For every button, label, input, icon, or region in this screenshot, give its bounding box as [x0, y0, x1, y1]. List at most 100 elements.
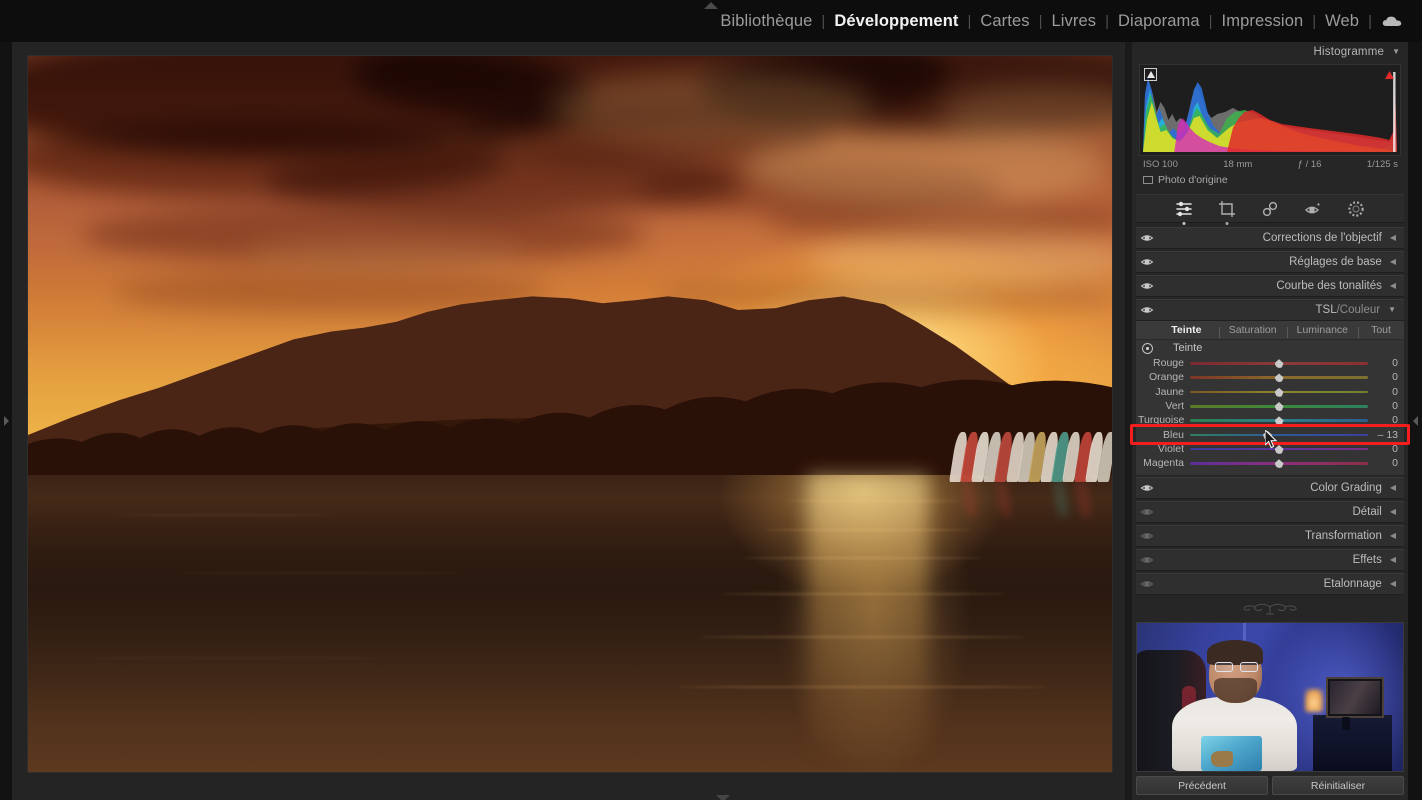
slider-track[interactable] [1190, 386, 1368, 398]
module-cartes[interactable]: Cartes [971, 12, 1038, 31]
collapse-left-arrow-icon[interactable] [0, 42, 12, 800]
eye-icon[interactable] [1140, 303, 1154, 317]
reset-button[interactable]: Réinitialiser [1272, 776, 1404, 795]
section-corrections-objectif[interactable]: Corrections de l'objectif ◀ [1136, 227, 1404, 249]
shadow-clipping-icon[interactable] [1144, 68, 1157, 81]
collapse-top-arrow-icon[interactable] [698, 1, 724, 10]
eye-icon[interactable] [1140, 553, 1154, 567]
highlight-clipping-icon[interactable] [1383, 68, 1396, 81]
spot-removal-tool[interactable] [1260, 199, 1280, 219]
hsl-slider-vert[interactable]: Vert 0 [1136, 399, 1404, 413]
chevron-left-icon[interactable]: ◀ [1390, 508, 1396, 516]
chevron-left-icon[interactable]: ◀ [1390, 258, 1396, 266]
section-color-grading[interactable]: Color Grading ◀ [1136, 477, 1404, 500]
chevron-left-icon[interactable]: ◀ [1390, 556, 1396, 564]
slider-knob[interactable] [1274, 402, 1284, 412]
section-label: Transformation [1304, 530, 1382, 543]
couleur-label: Couleur [1339, 304, 1381, 316]
photo-frame[interactable] [28, 56, 1112, 772]
eye-icon[interactable] [1140, 279, 1154, 293]
tool-active-dot [1182, 221, 1186, 225]
module-developpement[interactable]: Développement [825, 12, 967, 31]
slider-knob[interactable] [1274, 416, 1284, 426]
tab-tout[interactable]: Tout [1358, 324, 1404, 338]
module-diaporama[interactable]: Diaporama [1109, 12, 1209, 31]
chevron-left-icon[interactable]: ◀ [1390, 282, 1396, 290]
masking-tool[interactable] [1346, 199, 1366, 219]
module-web[interactable]: Web [1316, 12, 1368, 31]
tab-teinte[interactable]: Teinte [1154, 324, 1219, 336]
section-etalonnage[interactable]: Etalonnage ◀ [1136, 573, 1404, 596]
photo-sunset-lake[interactable] [28, 56, 1112, 772]
section-detail[interactable]: Détail ◀ [1136, 501, 1404, 524]
slider-track[interactable] [1190, 371, 1368, 383]
slider-knob[interactable] [1274, 373, 1284, 383]
eye-icon[interactable] [1140, 481, 1154, 495]
eye-icon[interactable] [1140, 231, 1154, 245]
slider-knob[interactable] [1274, 359, 1284, 369]
hsl-slider-rouge[interactable]: Rouge 0 [1136, 356, 1404, 370]
module-livres[interactable]: Livres [1043, 12, 1106, 31]
eye-icon[interactable] [1140, 505, 1154, 519]
slider-label: Jaune [1155, 385, 1184, 398]
tshirt-print-detail [1211, 750, 1233, 767]
crop-tool[interactable] [1217, 199, 1237, 225]
histogram-header[interactable]: Histogramme ▼ [1132, 42, 1408, 62]
section-transformation[interactable]: Transformation ◀ [1136, 525, 1404, 548]
chevron-down-icon[interactable]: ▼ [1388, 306, 1396, 314]
slider-label: Magenta [1143, 457, 1184, 470]
hsl-slider-orange[interactable]: Orange 0 [1136, 370, 1404, 384]
histogram-panel[interactable] [1139, 64, 1401, 156]
chevron-left-icon[interactable]: ◀ [1390, 484, 1396, 492]
slider-track[interactable] [1190, 414, 1368, 426]
hsl-slider-jaune[interactable]: Jaune 0 [1136, 385, 1404, 399]
checkbox-icon[interactable] [1143, 176, 1153, 184]
eye-icon[interactable] [1140, 577, 1154, 591]
cloud-icon[interactable] [1372, 15, 1404, 28]
tab-luminance[interactable]: Luminance [1286, 324, 1358, 338]
boats-reflection [949, 482, 1112, 518]
slider-value[interactable]: 0 [1368, 457, 1398, 469]
collapse-bottom-arrow-icon[interactable] [710, 790, 736, 800]
targeted-adjustment-icon[interactable] [1142, 342, 1153, 354]
section-label: Color Grading [1310, 482, 1382, 495]
slider-value[interactable]: 0 [1368, 357, 1398, 369]
slider-value[interactable]: – 13 [1368, 429, 1398, 441]
previous-button[interactable]: Précédent [1136, 776, 1268, 795]
slider-label: Rouge [1153, 357, 1184, 370]
slider-label: Turquoise [1138, 414, 1185, 427]
module-impression[interactable]: Impression [1213, 12, 1313, 31]
section-tsl-couleur[interactable]: TSL/Couleur ▼ [1136, 299, 1404, 321]
original-photo-toggle[interactable]: Photo d'origine [1143, 174, 1408, 186]
slider-track[interactable] [1190, 357, 1368, 369]
slider-value[interactable]: 0 [1368, 371, 1398, 383]
original-photo-label: Photo d'origine [1158, 174, 1228, 186]
eye-icon[interactable] [1140, 529, 1154, 543]
tab-saturation[interactable]: Saturation [1218, 324, 1287, 338]
chevron-down-icon[interactable]: ▼ [1392, 48, 1400, 56]
section-reglages-de-base[interactable]: Réglages de base ◀ [1136, 251, 1404, 273]
chevron-left-icon[interactable]: ◀ [1390, 532, 1396, 540]
slider-value[interactable]: 0 [1368, 443, 1398, 455]
hsl-tabs: Teinte Saturation Luminance Tout [1136, 321, 1404, 340]
section-courbe-des-tonalites[interactable]: Courbe des tonalités ◀ [1136, 275, 1404, 297]
eye-icon[interactable] [1140, 255, 1154, 269]
slider-value[interactable]: 0 [1368, 400, 1398, 412]
slider-knob[interactable] [1274, 387, 1284, 397]
module-bibliotheque[interactable]: Bibliothèque [711, 12, 821, 31]
chevron-left-icon[interactable]: ◀ [1390, 580, 1396, 588]
basic-sliders-tool[interactable] [1174, 199, 1194, 225]
slider-track[interactable] [1190, 400, 1368, 412]
pedal-boats [949, 431, 1112, 482]
collapse-right-arrow-icon[interactable] [1408, 42, 1422, 800]
slider-track[interactable] [1190, 457, 1368, 469]
bottle-object [1341, 716, 1350, 730]
section-effets[interactable]: Effets ◀ [1136, 549, 1404, 572]
hsl-slider-turquoise[interactable]: Turquoise 0 [1136, 413, 1404, 427]
hsl-slider-magenta[interactable]: Magenta 0 [1136, 456, 1404, 470]
chevron-left-icon[interactable]: ◀ [1390, 234, 1396, 242]
slider-knob[interactable] [1274, 459, 1284, 469]
slider-value[interactable]: 0 [1368, 414, 1398, 426]
red-eye-tool[interactable] [1303, 199, 1323, 219]
slider-value[interactable]: 0 [1368, 386, 1398, 398]
